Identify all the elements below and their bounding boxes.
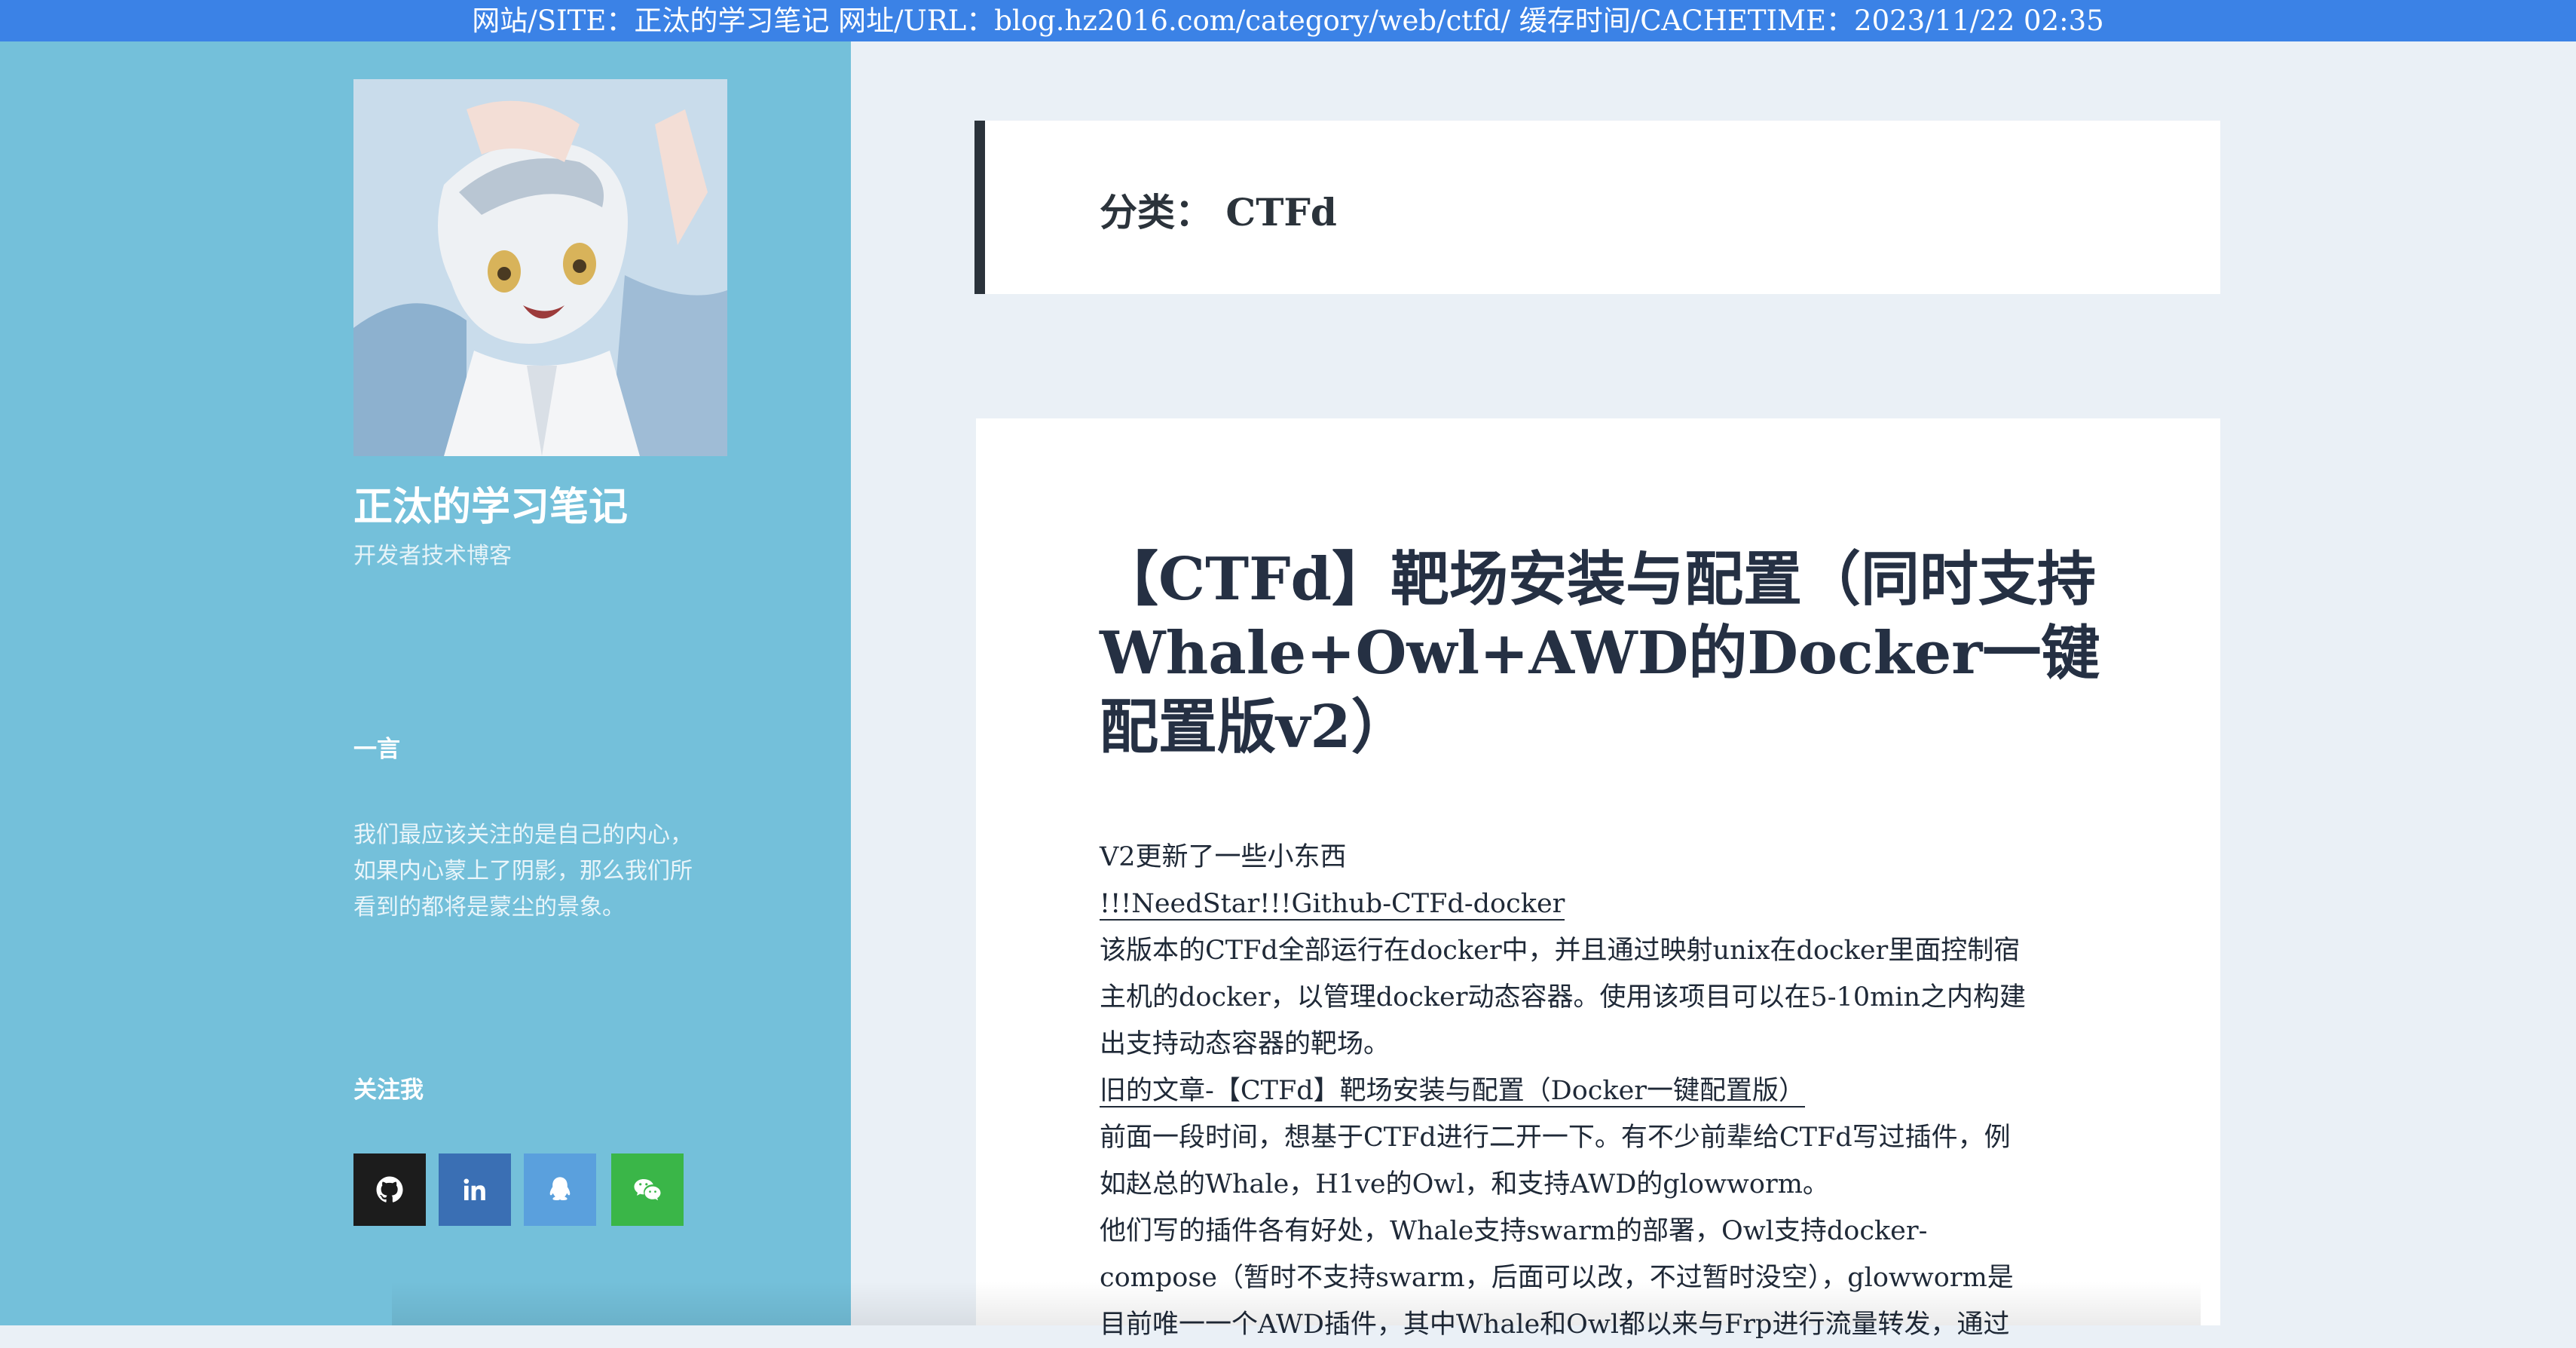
article-paragraph: 出支持动态容器的靶场。 [1100, 1029, 1390, 1059]
avatar[interactable] [353, 79, 727, 456]
article-paragraph: 主机的docker，以管理docker动态容器。使用该项目可以在5-10min之… [1100, 982, 2027, 1013]
linkedin-icon [463, 1178, 485, 1200]
article-body: V2更新了一些小东西 !!!NeedStar!!!Github-CTFd-doc… [1100, 834, 2094, 1348]
article-paragraph: 他们写的插件各有好处，Whale支持swarm的部署，Owl支持docker- [1100, 1216, 1928, 1246]
github-link[interactable] [353, 1153, 426, 1226]
quote-line: 如果内心蒙上了阴影，那么我们所 [353, 858, 693, 884]
avatar-illustration [353, 79, 727, 456]
linkedin-link[interactable] [439, 1153, 511, 1226]
article-paragraph: 如赵总的Whale，H1ve的Owl，和支持AWD的glowworm。 [1100, 1169, 1829, 1199]
article-paragraph: 目前唯一一个AWD插件，其中Whale和Owl都以来与Frp进行流量转发，通过 [1100, 1310, 2010, 1340]
github-repo-link[interactable]: !!!NeedStar!!!Github-CTFd-docker [1100, 889, 1565, 921]
article-title[interactable]: 【CTFd】靶场安装与配置（同时支持Whale+Owl+AWD的Docker一键… [1100, 543, 2147, 764]
article-paragraph: !!!NeedStar!!!Github-CTFd-docker [1100, 881, 2094, 927]
wechat-icon [634, 1179, 661, 1201]
site-description: 开发者技术博客 [353, 543, 512, 569]
yiyan-widget-title: 一言 [353, 736, 400, 763]
article-paragraph: 前面一段时间，想基于CTFd进行二开一下。有不少前辈给CTFd写过插件，例 [1100, 1123, 2011, 1153]
article-paragraph: 旧的文章-【CTFd】靶场安装与配置（Docker一键配置版） [1100, 1068, 2094, 1114]
follow-widget-title: 关注我 [353, 1077, 424, 1104]
article-paragraph: 该版本的CTFd全部运行在docker中，并且通过映射unix在docker里面… [1100, 936, 2021, 966]
quote-line: 看到的都将是蒙尘的景象。 [353, 894, 625, 921]
article-paragraph: compose（暂时不支持swarm，后面可以改，不过暂时没空），glowwor… [1100, 1263, 2014, 1293]
cache-banner: 网站/SITE：正汰的学习笔记 网址/URL：blog.hz2016.com/c… [0, 0, 2576, 41]
old-article-link[interactable]: 旧的文章-【CTFd】靶场安装与配置（Docker一键配置版） [1100, 1076, 1806, 1108]
quote-line: 我们最应该关注的是自己的内心， [353, 822, 693, 848]
qq-icon [549, 1177, 571, 1200]
article-paragraph: V2更新了一些小东西 [1100, 842, 1347, 872]
category-title: 分类： CTFd [1100, 190, 1337, 234]
qq-link[interactable] [524, 1153, 596, 1226]
site-title[interactable]: 正汰的学习笔记 [353, 475, 628, 532]
github-icon [376, 1176, 403, 1202]
wechat-link[interactable] [611, 1153, 684, 1226]
